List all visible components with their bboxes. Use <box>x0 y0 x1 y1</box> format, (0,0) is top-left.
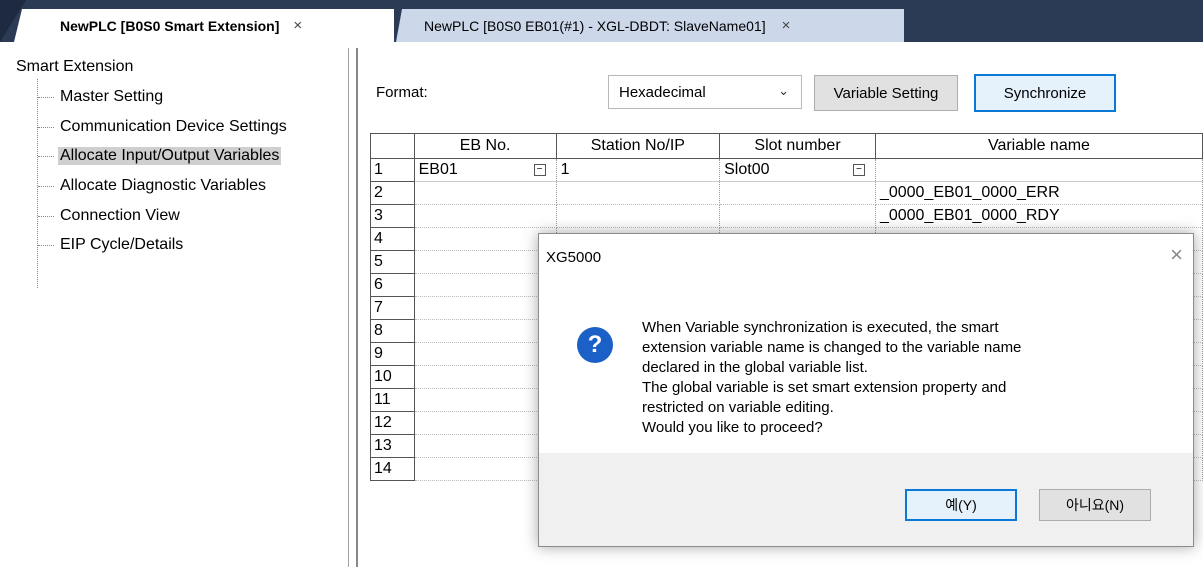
row-number: 7 <box>370 296 415 320</box>
cell-eb-no[interactable] <box>414 250 557 274</box>
cell-eb-no[interactable] <box>414 181 557 205</box>
close-icon[interactable]: × <box>1170 242 1183 268</box>
no-button[interactable]: 아니요(N) <box>1039 489 1151 521</box>
variable-setting-button[interactable]: Variable Setting <box>814 75 958 111</box>
table-row[interactable]: 3 _0000_EB01_0000_RDY <box>370 204 1203 228</box>
tree-item-allocate-io-variables[interactable]: Allocate Input/Output Variables <box>38 144 282 168</box>
tab-label: NewPLC [B0S0 EB01(#1) - XGL-DBDT: SlaveN… <box>424 17 766 34</box>
cell-eb-no[interactable] <box>414 204 557 228</box>
tree-branch-line <box>38 126 54 128</box>
message-line: When Variable synchronization is execute… <box>642 319 999 336</box>
tree-branch-line <box>38 215 54 217</box>
row-number: 11 <box>370 388 415 412</box>
table-row[interactable]: 1 EB01−1 Slot00− <box>370 158 1203 182</box>
cell-station[interactable]: 1 <box>556 158 721 182</box>
synchronize-button[interactable]: Synchronize <box>974 74 1116 112</box>
question-icon: ? <box>577 327 613 363</box>
cell-eb-no[interactable] <box>414 457 557 481</box>
cell-eb-no[interactable]: EB01− <box>414 158 557 182</box>
row-number: 4 <box>370 227 415 251</box>
row-number: 6 <box>370 273 415 297</box>
tree-branch-line <box>38 185 54 187</box>
chevron-down-icon: ⌄ <box>778 83 789 98</box>
cell-slot[interactable]: Slot00− <box>719 158 876 182</box>
row-number: 12 <box>370 411 415 435</box>
column-header-station[interactable]: Station No/IP <box>555 133 721 159</box>
dialog-footer: 예(Y) 아니요(N) <box>539 453 1193 546</box>
tab-eb01-slave[interactable]: NewPLC [B0S0 EB01(#1) - XGL-DBDT: SlaveN… <box>396 9 904 42</box>
tree-item-communication-device-settings[interactable]: Communication Device Settings <box>38 115 289 139</box>
message-line: Would you like to proceed? <box>642 419 823 436</box>
row-number: 14 <box>370 457 415 481</box>
column-header-eb-no[interactable]: EB No. <box>413 133 557 159</box>
tab-smart-extension[interactable]: NewPLC [B0S0 Smart Extension] × <box>14 9 394 42</box>
cell-eb-no[interactable] <box>414 388 557 412</box>
row-number: 13 <box>370 434 415 458</box>
tree-item-eip-cycle-details[interactable]: EIP Cycle/Details <box>38 233 185 257</box>
row-number: 2 <box>370 181 415 205</box>
column-header-slot[interactable]: Slot number <box>719 133 876 159</box>
message-line: The global variable is set smart extensi… <box>642 379 1007 396</box>
cell-station[interactable] <box>556 181 721 205</box>
cell-variable-name[interactable] <box>875 158 1203 182</box>
cell-eb-no[interactable] <box>414 411 557 435</box>
message-line: declared in the global variable list. <box>642 359 868 376</box>
format-label: Format: <box>376 84 428 101</box>
tree-item-master-setting[interactable]: Master Setting <box>38 85 165 109</box>
yes-button[interactable]: 예(Y) <box>905 489 1017 521</box>
tree-item-label: Allocate Input/Output Variables <box>58 147 282 165</box>
close-icon[interactable]: × <box>293 17 302 34</box>
row-number: 8 <box>370 319 415 343</box>
cell-eb-no[interactable] <box>414 434 557 458</box>
confirm-dialog: XG5000 × ? When Variable synchronization… <box>538 233 1194 547</box>
navigation-tree: Smart Extension Master Setting Communica… <box>0 48 349 567</box>
message-line: extension variable name is changed to th… <box>642 339 1022 356</box>
collapse-icon[interactable]: − <box>852 164 865 176</box>
row-number: 3 <box>370 204 415 228</box>
tree-branch-line <box>38 155 54 157</box>
row-number: 9 <box>370 342 415 366</box>
tree-branch-line <box>38 96 54 98</box>
cell-eb-no[interactable] <box>414 319 557 343</box>
cell-eb-no[interactable] <box>414 342 557 366</box>
row-number: 5 <box>370 250 415 274</box>
document-tab-strip: NewPLC [B0S0 Smart Extension] × NewPLC [… <box>0 0 1203 42</box>
grid-corner-cell <box>370 133 415 159</box>
row-number: 10 <box>370 365 415 389</box>
cell-slot[interactable] <box>719 181 876 205</box>
cell-variable-name[interactable]: _0000_EB01_0000_RDY <box>875 204 1203 228</box>
cell-station[interactable] <box>556 204 721 228</box>
tree-item-label: Allocate Diagnostic Variables <box>60 177 267 194</box>
collapse-icon[interactable]: − <box>533 164 546 176</box>
tree-item-label: Connection View <box>60 207 180 224</box>
close-icon[interactable]: × <box>782 17 791 34</box>
cell-eb-no[interactable] <box>414 296 557 320</box>
tab-label: NewPLC [B0S0 Smart Extension] <box>60 17 280 34</box>
tree-branch-line <box>38 244 54 246</box>
tree-item-label: Master Setting <box>60 88 164 105</box>
cell-variable-name[interactable]: _0000_EB01_0000_ERR <box>875 181 1203 205</box>
cell-eb-no[interactable] <box>414 273 557 297</box>
tree-root-smart-extension[interactable]: Smart Extension <box>16 58 133 76</box>
tree-item-connection-view[interactable]: Connection View <box>38 204 182 228</box>
cell-slot[interactable] <box>719 204 876 228</box>
format-dropdown-value: Hexadecimal <box>619 83 706 101</box>
row-number: 1 <box>370 158 415 182</box>
tree-item-allocate-diagnostic-variables[interactable]: Allocate Diagnostic Variables <box>38 174 268 198</box>
cell-eb-no[interactable] <box>414 365 557 389</box>
table-row[interactable]: 2 _0000_EB01_0000_ERR <box>370 181 1203 205</box>
cell-eb-no[interactable] <box>414 227 557 251</box>
column-header-variable-name[interactable]: Variable name <box>874 133 1203 159</box>
tree-item-label: Communication Device Settings <box>60 118 287 135</box>
dialog-title: XG5000 <box>546 249 602 266</box>
tree-item-label: EIP Cycle/Details <box>60 236 184 253</box>
format-dropdown[interactable]: Hexadecimal ⌄ <box>608 75 802 109</box>
dialog-message: When Variable synchronization is execute… <box>642 318 1162 438</box>
grid-header-row: EB No. Station No/IP Slot number Variabl… <box>370 133 1203 159</box>
message-line: restricted on variable editing. <box>642 399 834 416</box>
